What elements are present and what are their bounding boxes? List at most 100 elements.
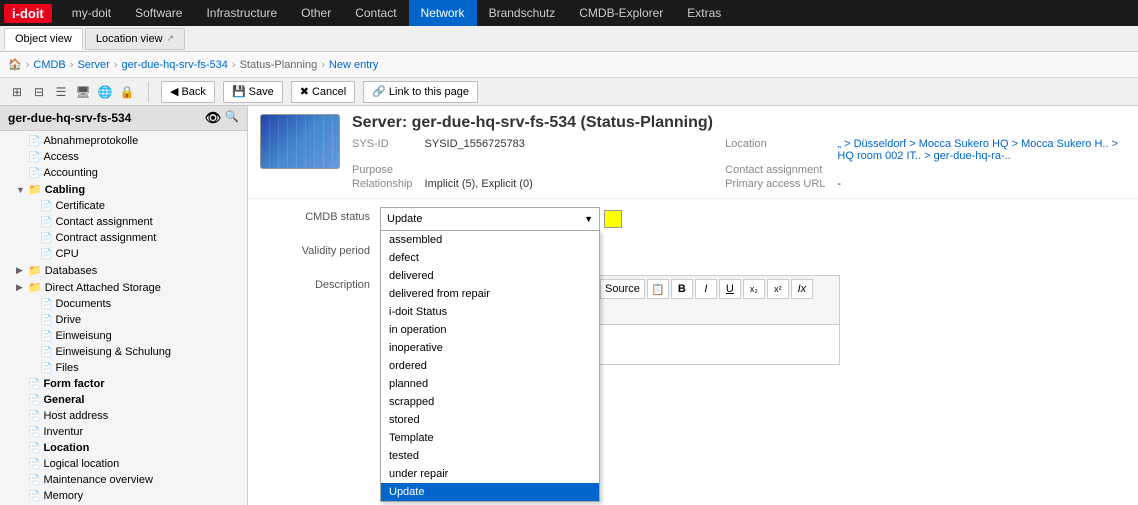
dropdown-option-idoit_status[interactable]: i-doit Status: [381, 303, 599, 321]
sidebar-item-certificate[interactable]: 📄Certificate: [0, 198, 247, 214]
tree-expander-icon[interactable]: ▶: [16, 282, 26, 293]
sidebar-item-form-factor[interactable]: 📄Form factor: [0, 376, 247, 392]
nav-contact[interactable]: Contact: [343, 0, 408, 26]
page-icon: 📄: [40, 347, 52, 358]
rte-superscript-btn[interactable]: x²: [767, 279, 789, 299]
sidebar-item-abnahmeprotokolle[interactable]: 📄Abnahmeprotokolle: [0, 133, 247, 149]
contact-assignment-label: Contact assignment: [725, 164, 825, 176]
tree-item-label: Maintenance overview: [43, 474, 152, 486]
nav-infrastructure[interactable]: Infrastructure: [194, 0, 289, 26]
sidebar-item-maintenance-overview[interactable]: 📄Maintenance overview: [0, 472, 247, 488]
tree-item-label: Logical location: [43, 458, 119, 470]
dropdown-option-update[interactable]: Update: [381, 483, 599, 501]
sidebar-item-logical-location[interactable]: 📄Logical location: [0, 456, 247, 472]
sidebar-item-cabling[interactable]: ▼📁Cabling: [0, 181, 247, 198]
page-icon: 📄: [28, 411, 40, 422]
tree-item-label: Contact assignment: [55, 216, 152, 228]
sidebar-item-files[interactable]: 📄Files: [0, 360, 247, 376]
sidebar-item-documents[interactable]: 📄Documents: [0, 296, 247, 312]
tree-item-label: Inventur: [43, 426, 83, 438]
dropdown-option-assembled[interactable]: assembled: [381, 231, 599, 249]
external-link-icon: ↗: [167, 33, 175, 44]
breadcrumb-cmdb[interactable]: CMDB: [33, 59, 65, 71]
sidebar-item-inventur[interactable]: 📄Inventur: [0, 424, 247, 440]
nav-cmdb-explorer[interactable]: CMDB-Explorer: [567, 0, 675, 26]
tree-expander-icon[interactable]: ▼: [16, 185, 26, 195]
save-button[interactable]: 💾 Save: [223, 81, 283, 103]
breadcrumb-home[interactable]: 🏠: [8, 58, 22, 71]
status-color-indicator[interactable]: [604, 210, 622, 228]
tab-object-view[interactable]: Object view: [4, 28, 83, 50]
tab-location-view[interactable]: Location view ↗: [85, 28, 185, 50]
sidebar-item-access[interactable]: 📄Access: [0, 149, 247, 165]
back-icon: ◀: [170, 85, 178, 98]
rte-underline-btn[interactable]: U: [719, 279, 741, 299]
relationship-label: Relationship: [352, 178, 413, 190]
nav-network[interactable]: Network: [409, 0, 477, 26]
sidebar-item-contact-assignment[interactable]: 📄Contact assignment: [0, 214, 247, 230]
page-icon: 📄: [28, 475, 40, 486]
dropdown-option-scrapped[interactable]: scrapped: [381, 393, 599, 411]
sidebar-search-icon[interactable]: 🔍: [225, 110, 239, 126]
page-icon: 📄: [28, 152, 40, 163]
tiles-view-icon[interactable]: ⊟: [30, 83, 48, 101]
sidebar-item-location[interactable]: 📄Location: [0, 440, 247, 456]
dropdown-option-template[interactable]: Template: [381, 429, 599, 447]
nav-software[interactable]: Software: [123, 0, 194, 26]
logo[interactable]: i-doit: [4, 4, 52, 23]
back-button[interactable]: ◀ Back: [161, 81, 215, 103]
dropdown-option-delivered[interactable]: delivered: [381, 267, 599, 285]
dropdown-option-ordered[interactable]: ordered: [381, 357, 599, 375]
sidebar-eye-icon[interactable]: 👁: [205, 110, 222, 126]
sidebar-item-host-address[interactable]: 📄Host address: [0, 408, 247, 424]
cmdb-status-dropdown[interactable]: Update ▼: [380, 207, 600, 231]
nav-extras[interactable]: Extras: [675, 0, 733, 26]
sidebar-item-databases[interactable]: ▶📁Databases: [0, 262, 247, 279]
page-icon: 📄: [40, 233, 52, 244]
nav-brandschutz[interactable]: Brandschutz: [477, 0, 568, 26]
dropdown-option-in_operation[interactable]: in operation: [381, 321, 599, 339]
location-value[interactable]: „ > Düsseldorf > Mocca Sukero HQ > Mocca…: [837, 138, 1126, 162]
dropdown-option-stored[interactable]: stored: [381, 411, 599, 429]
globe-icon[interactable]: 🌐: [96, 83, 114, 101]
dropdown-option-planned[interactable]: planned: [381, 375, 599, 393]
list-view-icon[interactable]: ☰: [52, 83, 70, 101]
rte-source-btn[interactable]: Source: [600, 279, 645, 299]
sidebar-item-cpu[interactable]: 📄CPU: [0, 246, 247, 262]
dropdown-option-inoperative[interactable]: inoperative: [381, 339, 599, 357]
sidebar-item-general[interactable]: 📄General: [0, 392, 247, 408]
nav-my-doit[interactable]: my-doit: [60, 0, 123, 26]
tree-item-label: Contract assignment: [55, 232, 156, 244]
sidebar-item-einweisung-&-schulung[interactable]: 📄Einweisung & Schulung: [0, 344, 247, 360]
grid-view-icon[interactable]: ⊞: [8, 83, 26, 101]
rte-subscript-btn[interactable]: x₂: [743, 279, 765, 299]
page-icon: 📄: [40, 217, 52, 228]
sidebar-item-direct-attached-storage[interactable]: ▶📁Direct Attached Storage: [0, 279, 247, 296]
rte-paste-btn[interactable]: 📋: [647, 279, 669, 299]
rte-bold-btn[interactable]: B: [671, 279, 693, 299]
dropdown-option-under_repair[interactable]: under repair: [381, 465, 599, 483]
page-icon: 📄: [28, 136, 40, 147]
page-icon: 📄: [28, 379, 40, 390]
sidebar-item-memory[interactable]: 📄Memory: [0, 488, 247, 504]
breadcrumb-new-entry[interactable]: New entry: [329, 59, 379, 71]
sidebar-item-accounting[interactable]: 📄Accounting: [0, 165, 247, 181]
dropdown-option-delivered_from_repair[interactable]: delivered from repair: [381, 285, 599, 303]
toolbar-view-icons: ⊞ ⊟ ☰ 🖥 🌐 🔒: [8, 83, 136, 101]
lock-icon[interactable]: 🔒: [118, 83, 136, 101]
breadcrumb-object[interactable]: ger-due-hq-srv-fs-534: [122, 59, 228, 71]
link-button[interactable]: 🔗 Link to this page: [363, 81, 478, 103]
nav-other[interactable]: Other: [289, 0, 343, 26]
sidebar-item-drive[interactable]: 📄Drive: [0, 312, 247, 328]
cancel-button[interactable]: ✖ Cancel: [291, 81, 355, 103]
dropdown-option-tested[interactable]: tested: [381, 447, 599, 465]
rte-italic-btn[interactable]: I: [695, 279, 717, 299]
sidebar-item-einweisung[interactable]: 📄Einweisung: [0, 328, 247, 344]
dropdown-option-defect[interactable]: defect: [381, 249, 599, 267]
breadcrumb-server[interactable]: Server: [77, 59, 109, 71]
sidebar-item-contract-assignment[interactable]: 📄Contract assignment: [0, 230, 247, 246]
tree-expander-icon[interactable]: ▶: [16, 265, 26, 276]
rte-clear-btn[interactable]: Ix: [791, 279, 813, 299]
monitor-icon[interactable]: 🖥: [74, 83, 92, 101]
tree-item-label: Access: [43, 151, 78, 163]
